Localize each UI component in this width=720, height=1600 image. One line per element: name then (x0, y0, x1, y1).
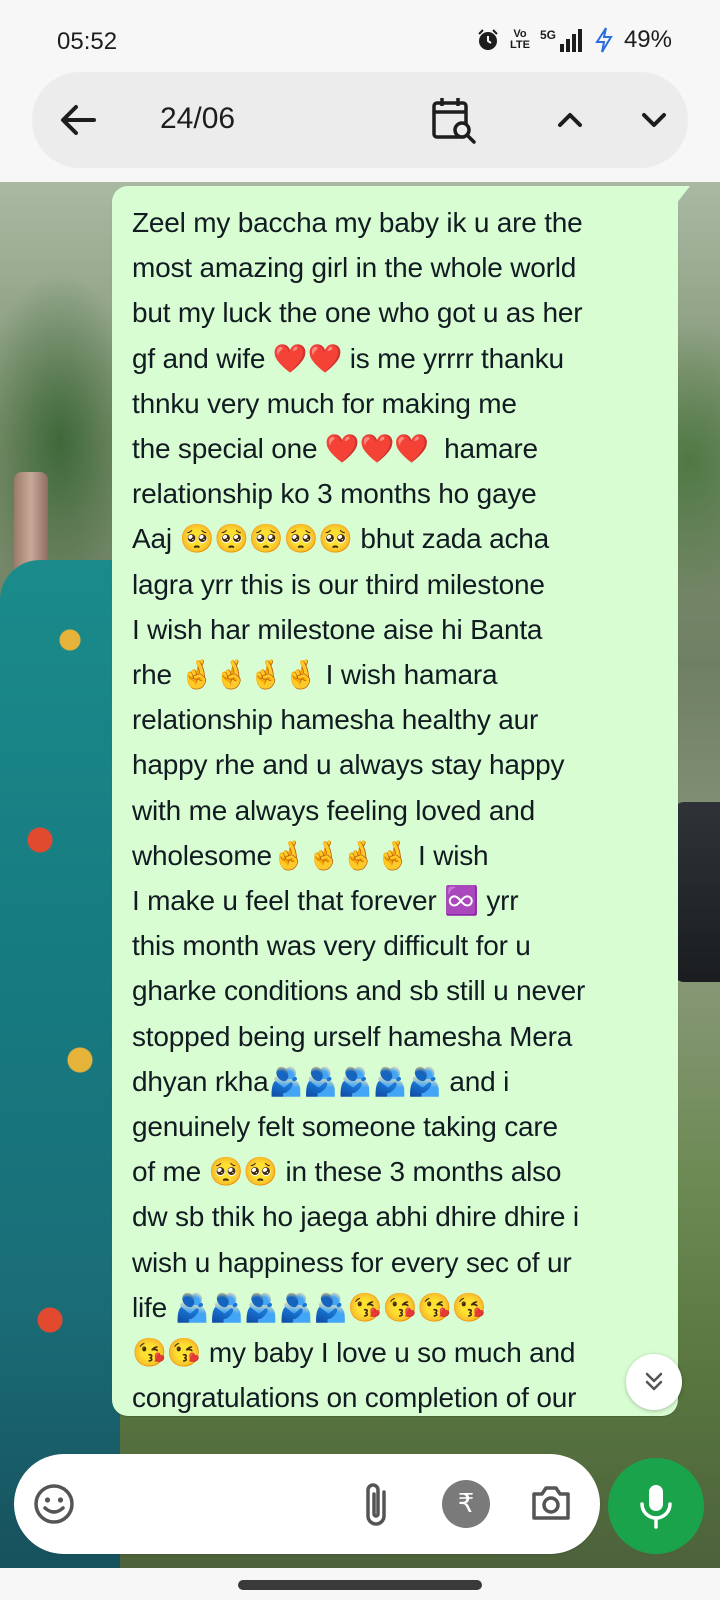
status-bar: 05:52 Vo LTE 5G 49% (0, 0, 720, 80)
scroll-to-bottom-button[interactable] (626, 1354, 682, 1410)
rupee-icon[interactable]: ₹ (442, 1480, 490, 1528)
rupee-symbol: ₹ (457, 1488, 475, 1518)
signal-icon (559, 29, 582, 52)
message-bubble-tail (676, 186, 690, 204)
double-chevron-down-icon (645, 1372, 663, 1391)
attach-icon[interactable] (358, 1478, 398, 1530)
chevron-up-icon[interactable] (548, 98, 592, 142)
chat-screen: 05:52 Vo LTE 5G 49% 24/06 Zeel my baccha… (0, 0, 720, 1600)
message-input-bar[interactable]: ₹ (14, 1454, 600, 1554)
mic-icon (640, 1485, 672, 1529)
network-type: 5G (539, 28, 556, 42)
volte-line2: LTE (509, 39, 530, 51)
wallpaper-car (674, 802, 720, 982)
navigation-bar (0, 1568, 720, 1600)
back-arrow-icon[interactable] (54, 96, 102, 144)
message-bubble[interactable]: Zeel my baccha my baby ik u are the most… (112, 186, 678, 1416)
search-input[interactable]: 24/06 (160, 102, 235, 136)
emoji-icon[interactable] (32, 1482, 76, 1526)
volte-indicator: Vo LTE (510, 29, 530, 51)
battery-percent: 49% (623, 26, 672, 53)
home-gesture-handle[interactable] (238, 1580, 482, 1590)
status-icons: Vo LTE 5G 49% (476, 26, 672, 54)
status-time: 05:52 (57, 28, 118, 55)
calendar-search-icon[interactable] (428, 94, 480, 146)
message-search-bar: 24/06 (32, 72, 688, 168)
charging-icon (595, 27, 613, 53)
chevron-down-icon[interactable] (632, 98, 676, 142)
alarm-icon (478, 29, 498, 50)
mic-button[interactable] (608, 1458, 704, 1554)
message-text: Zeel my baccha my baby ik u are the most… (132, 207, 586, 1414)
camera-icon[interactable] (528, 1480, 574, 1526)
wallpaper-person (0, 560, 120, 1600)
